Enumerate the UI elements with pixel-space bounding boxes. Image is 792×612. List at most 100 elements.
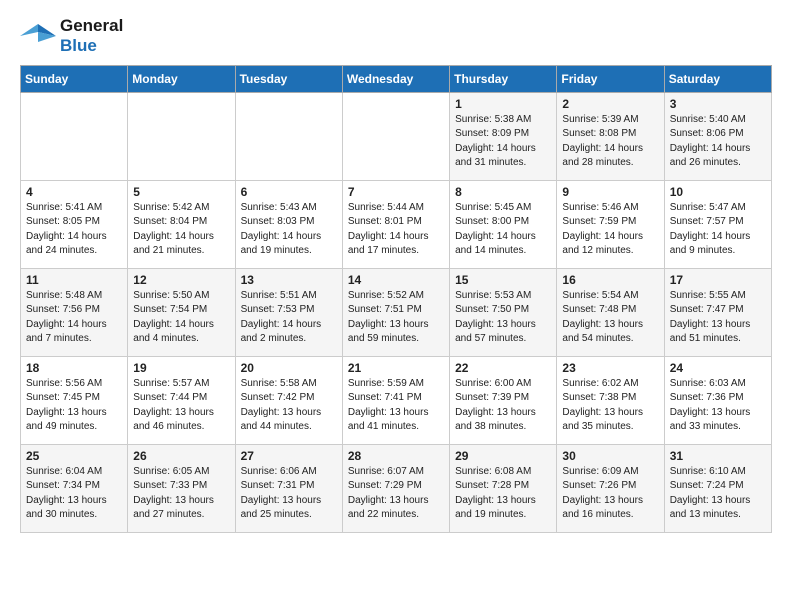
day-info: Sunrise: 5:56 AM Sunset: 7:45 PM Dayligh… xyxy=(26,377,122,435)
day-number: 14 xyxy=(348,273,444,287)
day-info: Sunrise: 6:04 AM Sunset: 7:34 PM Dayligh… xyxy=(26,465,122,523)
day-info: Sunrise: 5:54 AM Sunset: 7:48 PM Dayligh… xyxy=(562,289,658,347)
calendar-cell: 4Sunrise: 5:41 AM Sunset: 8:05 PM Daylig… xyxy=(21,180,128,268)
header-row: SundayMondayTuesdayWednesdayThursdayFrid… xyxy=(21,65,772,92)
calendar-cell: 2 Sunrise: 5:39 AM Sunset: 8:08 PM Daylig… xyxy=(557,92,664,180)
day-info: Sunrise: 5:55 AM Sunset: 7:47 PM Dayligh… xyxy=(670,289,766,347)
calendar-cell: 23 Sunrise: 6:02 AM Sunset: 7:38 PM Dayli… xyxy=(557,356,664,444)
day-number: 25 xyxy=(26,449,122,463)
day-info: Sunrise: 5:59 AM Sunset: 7:41 PM Dayligh… xyxy=(348,377,444,435)
day-number: 27 xyxy=(241,449,337,463)
calendar-cell xyxy=(235,92,342,180)
day-number: 24 xyxy=(670,361,766,375)
page-header: General Blue xyxy=(20,16,772,57)
day-number: 10 xyxy=(670,185,766,199)
calendar-cell: 18 Sunrise: 5:56 AM Sunset: 7:45 PM Dayli… xyxy=(21,356,128,444)
column-header-sunday: Sunday xyxy=(21,65,128,92)
day-number: 19 xyxy=(133,361,229,375)
day-info: Sunrise: 5:44 AM Sunset: 8:01 PM Dayligh… xyxy=(348,201,444,259)
calendar-cell: 13 Sunrise: 5:51 AM Sunset: 7:53 PM Dayli… xyxy=(235,268,342,356)
day-info: Sunrise: 6:05 AM Sunset: 7:33 PM Dayligh… xyxy=(133,465,229,523)
column-header-monday: Monday xyxy=(128,65,235,92)
day-info: Sunrise: 5:47 AM Sunset: 7:57 PM Dayligh… xyxy=(670,201,766,259)
calendar-cell: 10 Sunrise: 5:47 AM Sunset: 7:57 PM Dayli… xyxy=(664,180,771,268)
day-info: Sunrise: 6:06 AM Sunset: 7:31 PM Dayligh… xyxy=(241,465,337,523)
day-info: Sunrise: 5:58 AM Sunset: 7:42 PM Dayligh… xyxy=(241,377,337,435)
calendar-week-row: 4Sunrise: 5:41 AM Sunset: 8:05 PM Daylig… xyxy=(21,180,772,268)
day-info: Sunrise: 5:53 AM Sunset: 7:50 PM Dayligh… xyxy=(455,289,551,347)
day-number: 5 xyxy=(133,185,229,199)
calendar-week-row: 1 Sunrise: 5:38 AM Sunset: 8:09 PM Daylig… xyxy=(21,92,772,180)
day-number: 26 xyxy=(133,449,229,463)
calendar-week-row: 18 Sunrise: 5:56 AM Sunset: 7:45 PM Dayli… xyxy=(21,356,772,444)
calendar-cell: 14 Sunrise: 5:52 AM Sunset: 7:51 PM Dayli… xyxy=(342,268,449,356)
day-number: 23 xyxy=(562,361,658,375)
day-info: Sunrise: 6:08 AM Sunset: 7:28 PM Dayligh… xyxy=(455,465,551,523)
day-info: Sunrise: 6:00 AM Sunset: 7:39 PM Dayligh… xyxy=(455,377,551,435)
day-number: 31 xyxy=(670,449,766,463)
day-info: Sunrise: 5:48 AM Sunset: 7:56 PM Dayligh… xyxy=(26,289,122,347)
day-number: 30 xyxy=(562,449,658,463)
calendar-cell: 17 Sunrise: 5:55 AM Sunset: 7:47 PM Dayli… xyxy=(664,268,771,356)
calendar-cell: 29 Sunrise: 6:08 AM Sunset: 7:28 PM Dayli… xyxy=(450,444,557,532)
day-info: Sunrise: 6:02 AM Sunset: 7:38 PM Dayligh… xyxy=(562,377,658,435)
calendar-cell: 19Sunrise: 5:57 AM Sunset: 7:44 PM Dayli… xyxy=(128,356,235,444)
day-info: Sunrise: 5:51 AM Sunset: 7:53 PM Dayligh… xyxy=(241,289,337,347)
calendar-cell: 20 Sunrise: 5:58 AM Sunset: 7:42 PM Dayli… xyxy=(235,356,342,444)
calendar-cell: 1 Sunrise: 5:38 AM Sunset: 8:09 PM Daylig… xyxy=(450,92,557,180)
day-number: 1 xyxy=(455,97,551,111)
day-info: Sunrise: 5:40 AM Sunset: 8:06 PM Dayligh… xyxy=(670,113,766,171)
day-info: Sunrise: 5:38 AM Sunset: 8:09 PM Dayligh… xyxy=(455,113,551,171)
calendar-cell: 30 Sunrise: 6:09 AM Sunset: 7:26 PM Dayli… xyxy=(557,444,664,532)
column-header-tuesday: Tuesday xyxy=(235,65,342,92)
day-number: 18 xyxy=(26,361,122,375)
day-info: Sunrise: 5:39 AM Sunset: 8:08 PM Dayligh… xyxy=(562,113,658,171)
day-info: Sunrise: 5:43 AM Sunset: 8:03 PM Dayligh… xyxy=(241,201,337,259)
calendar-cell: 11 Sunrise: 5:48 AM Sunset: 7:56 PM Dayli… xyxy=(21,268,128,356)
calendar-cell: 12 Sunrise: 5:50 AM Sunset: 7:54 PM Dayli… xyxy=(128,268,235,356)
day-number: 28 xyxy=(348,449,444,463)
day-info: Sunrise: 5:52 AM Sunset: 7:51 PM Dayligh… xyxy=(348,289,444,347)
day-number: 13 xyxy=(241,273,337,287)
day-number: 9 xyxy=(562,185,658,199)
calendar-cell xyxy=(128,92,235,180)
day-number: 22 xyxy=(455,361,551,375)
calendar-cell: 9 Sunrise: 5:46 AM Sunset: 7:59 PM Daylig… xyxy=(557,180,664,268)
logo-text: General Blue xyxy=(60,16,123,57)
day-number: 7 xyxy=(348,185,444,199)
calendar-cell: 26 Sunrise: 6:05 AM Sunset: 7:33 PM Dayli… xyxy=(128,444,235,532)
day-number: 17 xyxy=(670,273,766,287)
column-header-friday: Friday xyxy=(557,65,664,92)
day-number: 6 xyxy=(241,185,337,199)
day-number: 11 xyxy=(26,273,122,287)
day-number: 16 xyxy=(562,273,658,287)
day-info: Sunrise: 5:50 AM Sunset: 7:54 PM Dayligh… xyxy=(133,289,229,347)
calendar-cell: 31Sunrise: 6:10 AM Sunset: 7:24 PM Dayli… xyxy=(664,444,771,532)
day-info: Sunrise: 6:09 AM Sunset: 7:26 PM Dayligh… xyxy=(562,465,658,523)
day-number: 15 xyxy=(455,273,551,287)
day-info: Sunrise: 5:46 AM Sunset: 7:59 PM Dayligh… xyxy=(562,201,658,259)
calendar-cell: 27 Sunrise: 6:06 AM Sunset: 7:31 PM Dayli… xyxy=(235,444,342,532)
day-number: 12 xyxy=(133,273,229,287)
calendar-cell: 21Sunrise: 5:59 AM Sunset: 7:41 PM Dayli… xyxy=(342,356,449,444)
day-info: Sunrise: 5:41 AM Sunset: 8:05 PM Dayligh… xyxy=(26,201,122,259)
day-number: 8 xyxy=(455,185,551,199)
calendar-cell: 6 Sunrise: 5:43 AM Sunset: 8:03 PM Daylig… xyxy=(235,180,342,268)
column-header-thursday: Thursday xyxy=(450,65,557,92)
day-info: Sunrise: 5:45 AM Sunset: 8:00 PM Dayligh… xyxy=(455,201,551,259)
logo: General Blue xyxy=(20,16,123,57)
calendar-table: SundayMondayTuesdayWednesdayThursdayFrid… xyxy=(20,65,772,533)
day-number: 29 xyxy=(455,449,551,463)
logo-icon xyxy=(20,22,56,50)
calendar-cell: 22 Sunrise: 6:00 AM Sunset: 7:39 PM Dayli… xyxy=(450,356,557,444)
day-number: 2 xyxy=(562,97,658,111)
calendar-cell: 3 Sunrise: 5:40 AM Sunset: 8:06 PM Daylig… xyxy=(664,92,771,180)
column-header-wednesday: Wednesday xyxy=(342,65,449,92)
day-number: 20 xyxy=(241,361,337,375)
calendar-cell xyxy=(21,92,128,180)
day-number: 3 xyxy=(670,97,766,111)
calendar-cell: 15 Sunrise: 5:53 AM Sunset: 7:50 PM Dayli… xyxy=(450,268,557,356)
calendar-cell: 7 Sunrise: 5:44 AM Sunset: 8:01 PM Daylig… xyxy=(342,180,449,268)
day-info: Sunrise: 6:03 AM Sunset: 7:36 PM Dayligh… xyxy=(670,377,766,435)
calendar-cell: 25 Sunrise: 6:04 AM Sunset: 7:34 PM Dayli… xyxy=(21,444,128,532)
